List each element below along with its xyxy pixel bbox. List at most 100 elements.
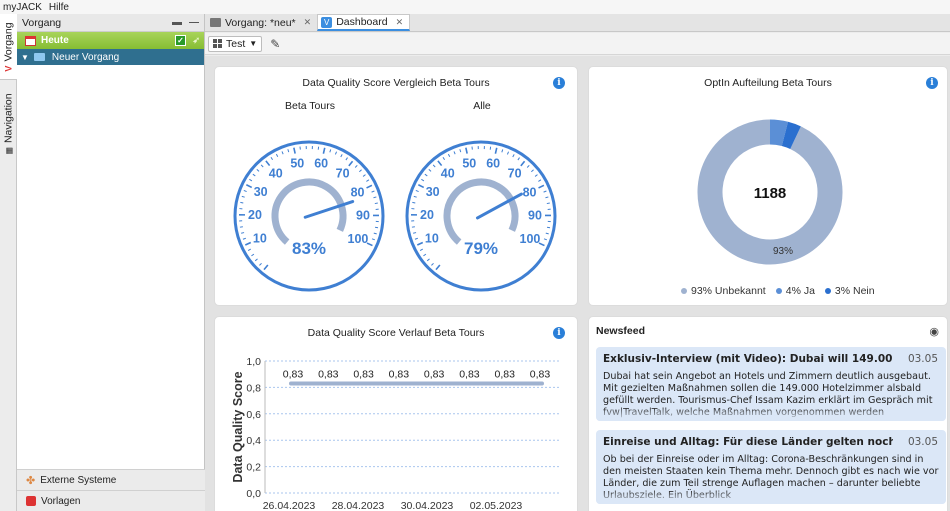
new-folder-icon[interactable]: ▬ (172, 17, 184, 29)
gauge-scale-label: 70 (508, 167, 522, 181)
gauge-scale-label: 50 (290, 156, 304, 170)
gauge-scale-label: 40 (441, 166, 455, 180)
dashboard-select[interactable]: Test ▼ (208, 35, 263, 52)
gauge-scale-label: 30 (426, 185, 440, 199)
template-icon (26, 496, 36, 506)
y-tick-label: 0,8 (246, 382, 261, 394)
legend-item-nein[interactable]: 3% Nein (824, 285, 875, 297)
y-tick-label: 1,0 (246, 356, 261, 368)
data-point (503, 381, 507, 385)
tab-vorgang[interactable]: Vorgang: *neu* ✕ (207, 14, 317, 31)
data-label: 0,83 (283, 368, 304, 380)
gauge-tick (240, 201, 244, 204)
gauge-scale-label: 20 (420, 208, 434, 222)
dashboard-v-icon: V (321, 16, 333, 28)
vtab-navigation-label: Navigation (2, 93, 15, 144)
data-label: 0,83 (494, 368, 515, 380)
minimize-icon[interactable]: — (189, 17, 201, 29)
vertical-tab-strip: V Vorgang ▦ Navigation (0, 14, 17, 511)
gauge-scale-label: 60 (486, 156, 500, 170)
vtab-vorgang-label: Vorgang (2, 21, 15, 62)
x-tick-label: 30.04.2023 (401, 500, 454, 511)
data-label: 0,83 (459, 368, 480, 380)
data-label: 0,83 (424, 368, 445, 380)
legend-label: 4% Ja (785, 285, 815, 297)
leaf-icon: ➶ (192, 35, 200, 45)
vtab-navigation[interactable]: ▦ Navigation (0, 86, 17, 162)
map-icon: ▦ (4, 147, 13, 155)
puzzle-icon: ✤ (26, 474, 36, 487)
vtab-vorgang[interactable]: V Vorgang (0, 14, 17, 80)
templates-button[interactable]: Vorlagen (17, 490, 205, 511)
gauge-tick (412, 201, 416, 204)
menu-bar: myJACK Hilfe (0, 0, 950, 14)
external-systems-button[interactable]: ✤ Externe Systeme (17, 469, 205, 490)
data-point (432, 381, 436, 385)
vorgang-icon: V (3, 65, 14, 72)
gauge-scale-label: 90 (356, 209, 370, 223)
gauge-scale-label: 20 (248, 208, 262, 222)
gauge-tick (546, 202, 550, 205)
gauge-scale-label: 50 (462, 156, 476, 170)
today-row[interactable]: Heute ✓ ➶ (17, 32, 204, 49)
gauge-scale-label: 10 (253, 231, 267, 245)
tree-item-label: Neuer Vorgang (51, 51, 120, 63)
sidebar-bottom: ✤ Externe Systeme Vorlagen (17, 469, 205, 511)
gauge-scale-label: 40 (269, 166, 283, 180)
y-tick-label: 0,6 (246, 409, 261, 421)
close-icon[interactable]: ✕ (396, 17, 404, 28)
edit-pencil-icon[interactable]: ✎ (270, 37, 280, 51)
news-fade (596, 407, 946, 421)
news-date: 03.05 (907, 436, 938, 448)
expand-triangle-icon[interactable]: ▼ (21, 53, 29, 62)
close-icon[interactable]: ✕ (304, 17, 312, 28)
editor-tab-bar: Vorgang: *neu* ✕ V Dashboard ✕ (205, 14, 950, 32)
tree-item-new-vorgang[interactable]: ▼ Neuer Vorgang (17, 49, 204, 65)
legend-item-ja[interactable]: 4% Ja (775, 285, 815, 297)
gauge-scale-label: 70 (336, 167, 350, 181)
legend-item-unbekannt[interactable]: 93% Unbekannt (681, 285, 766, 297)
dashboard-content: Data Quality Score Vergleich Beta Tours … (205, 56, 950, 511)
news-title: Einreise und Alltag: Für diese Länder ge… (603, 436, 893, 448)
news-title: Exklusiv-Interview (mit Video): Dubai wi… (603, 353, 893, 365)
donut-slice-label: 93% (773, 246, 793, 257)
data-point (538, 381, 542, 385)
gauge-scale-label: 80 (351, 185, 365, 199)
dashboard-toolbar: Test ▼ ✎ (205, 33, 950, 55)
gauge-scale-label: 60 (314, 156, 328, 170)
gauge-scale-label: 30 (254, 185, 268, 199)
legend-dot (681, 288, 687, 294)
gauge-tick (546, 226, 551, 229)
data-point (326, 381, 330, 385)
menu-hilfe[interactable]: Hilfe (49, 2, 69, 13)
news-item[interactable]: Exklusiv-Interview (mit Video): Dubai wi… (596, 347, 946, 421)
tab-dashboard[interactable]: V Dashboard ✕ (317, 14, 411, 31)
donut-legend: 93% Unbekannt 4% Ja 3% Nein (681, 285, 875, 297)
legend-dot (775, 288, 782, 294)
folder-icon (210, 18, 221, 27)
gauge-scale-label: 10 (425, 231, 439, 245)
news-fade (596, 490, 946, 504)
gauge-value: 83% (292, 239, 326, 258)
news-item[interactable]: Einreise und Alltag: Für diese Länder ge… (596, 430, 946, 504)
x-tick-label: 02.05.2023 (470, 500, 523, 511)
donut-center-value: 1188 (754, 185, 787, 202)
x-tick-label: 28.04.2023 (332, 500, 385, 511)
dashboard-select-value: Test (226, 37, 246, 50)
data-label: 0,83 (353, 368, 374, 380)
data-label: 0,83 (389, 368, 410, 380)
menu-myjack[interactable]: myJACK (3, 2, 42, 13)
gauge-card: Data Quality Score Vergleich Beta Tours … (214, 66, 578, 306)
sidebar-header: Vorgang ▬ — (17, 14, 204, 32)
gauge-value: 79% (464, 239, 498, 258)
eye-icon[interactable]: ◉ (929, 325, 939, 338)
legend-label: 3% Nein (834, 285, 875, 297)
gauge-scale-label: 90 (528, 209, 542, 223)
x-tick-label: 26.04.2023 (263, 500, 316, 511)
external-systems-label: Externe Systeme (40, 474, 117, 486)
data-point (467, 381, 471, 385)
donut-card: OptIn Aufteilung Beta Tours i 1188 93% 93… (588, 66, 948, 306)
sidebar: Vorgang ▬ — Heute ✓ ➶ ▼ Neuer Vorgang ✤ … (17, 14, 205, 511)
y-tick-label: 0,2 (246, 462, 261, 474)
grid-icon (213, 39, 222, 48)
